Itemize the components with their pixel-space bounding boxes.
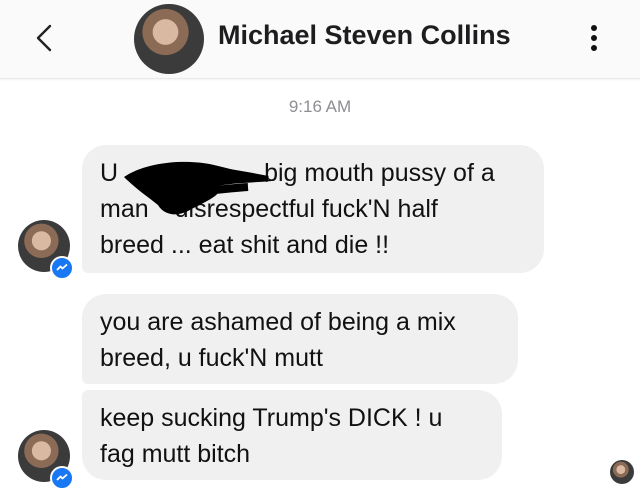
more-options-button[interactable] xyxy=(584,22,604,54)
message-text: you are ashamed of being a mix breed, u … xyxy=(100,308,456,372)
contact-name[interactable]: Michael Steven Collins xyxy=(218,20,511,51)
message-text: breed ... eat shit and die !! xyxy=(100,231,390,259)
chevron-left-icon xyxy=(36,24,52,52)
message-text: man xyxy=(100,195,149,223)
message-bubble[interactable]: keep sucking Trump's DICK ! u fag mutt b… xyxy=(82,390,502,480)
message-text: big mouth pussy of a xyxy=(264,159,495,187)
seen-receipt-avatar xyxy=(610,460,634,484)
message-text: disrespectful fuck'N half xyxy=(174,195,438,223)
messenger-badge-icon xyxy=(50,256,74,280)
message-text: keep sucking Trump's DICK ! u fag mutt b… xyxy=(100,404,443,468)
message-bubble[interactable]: you are ashamed of being a mix breed, u … xyxy=(82,294,518,384)
back-button[interactable] xyxy=(30,22,58,54)
messenger-badge-icon xyxy=(50,466,74,490)
message-bubble[interactable]: Ubig mouth pussy of a man disrespectful f… xyxy=(82,145,544,273)
contact-avatar[interactable] xyxy=(134,4,204,74)
conversation-header: Michael Steven Collins xyxy=(0,0,640,79)
message-text: U xyxy=(100,159,119,187)
message-timestamp: 9:16 AM xyxy=(288,97,352,116)
vertical-ellipsis-icon xyxy=(591,25,597,31)
